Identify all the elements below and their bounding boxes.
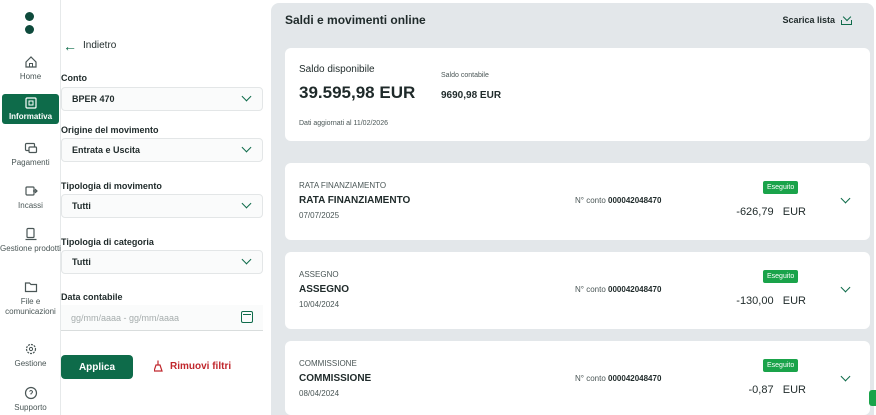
origine-select[interactable]: Entrata e Uscita [61,138,263,162]
brand-logo [25,12,35,38]
main-content: Saldi e movimenti online Scarica lista S… [271,3,874,415]
date-range-input[interactable]: gg/mm/aaaa - gg/mm/aaaa [61,305,263,331]
rail-label: Supporto [14,403,47,412]
rail-item-home[interactable]: Home [0,55,61,82]
movement-row[interactable]: ASSEGNO ASSEGNO 10/04/2024 N° conto 0000… [285,252,870,329]
accounting-balance-label: Saldo contabile [441,72,489,79]
tipologia-movimento-value: Tutti [72,201,91,211]
tipologia-categoria-label: Tipologia di categoria [61,237,154,247]
balance-updated-date: Dati aggiornati al 11/02/2026 [299,120,388,127]
chevron-down-icon[interactable] [840,371,851,382]
movement-row[interactable]: RATA FINANZIAMENTO RATA FINANZIAMENTO 07… [285,163,870,240]
rail-item-file-comunicazioni[interactable]: File e comunicazioni [0,280,61,317]
download-list-button[interactable]: Scarica lista [782,14,852,25]
info-icon [24,97,37,109]
movement-amount: -626,79 EUR [736,206,806,218]
rail-label: Pagamenti [11,158,50,167]
chevron-down-icon [241,142,252,153]
movement-description: COMMISSIONE [299,373,372,384]
date-range-placeholder: gg/mm/aaaa - gg/mm/aaaa [71,313,180,323]
collections-icon [24,186,38,196]
rail-label: File e comunicazioni [5,297,56,316]
status-badge: Eseguito [763,270,799,283]
filters-panel: ← Indietro Conto BPER 470 Origine del mo… [61,0,270,415]
calendar-icon[interactable] [241,311,253,323]
rail-label: Incassi [18,201,43,210]
rail-item-incassi[interactable]: Incassi [0,184,61,211]
movement-category: ASSEGNO [299,270,339,279]
chevron-down-icon [241,91,252,102]
movement-date: 07/07/2025 [299,211,340,220]
chevron-down-icon [241,254,252,265]
movement-row[interactable]: COMMISSIONE COMMISSIONE 08/04/2024 N° co… [285,341,870,415]
rail-item-gestione-prodotti[interactable]: Gestione prodotti [0,227,61,254]
movement-date: 08/04/2024 [299,389,340,398]
download-label: Scarica lista [782,14,835,25]
folder-icon [24,282,37,293]
movement-account: N° conto 000042048470 [575,285,662,294]
origine-value: Entrata e Uscita [72,145,141,155]
data-contabile-label: Data contabile [61,292,123,302]
movement-date: 10/04/2024 [299,300,340,309]
clear-filters-button[interactable]: Rimuovi filtri [154,360,231,372]
status-badge: Eseguito [763,359,799,372]
tipologia-movimento-select[interactable]: Tutti [61,194,263,218]
chevron-down-icon [241,198,252,209]
payments-icon [24,142,37,154]
movement-account: N° conto 000042048470 [575,196,662,205]
scroll-handle[interactable] [869,390,876,406]
movement-amount: -130,00 EUR [736,295,806,307]
chevron-down-icon[interactable] [840,282,851,293]
movement-category: COMMISSIONE [299,359,357,368]
help-icon [24,386,37,400]
nav-rail: Home Informativa Pagamenti Incassi Gesti… [0,0,61,415]
conto-select[interactable]: BPER 470 [61,87,263,111]
rail-label: Informativa [8,112,53,121]
movement-account: N° conto 000042048470 [575,374,662,383]
page-title: Saldi e movimenti online [285,13,426,27]
available-balance-value: 39.595,98 EUR [299,83,416,102]
back-link[interactable]: ← Indietro [63,37,117,54]
clear-filters-label: Rimuovi filtri [170,360,232,372]
movement-description: RATA FINANZIAMENTO [299,195,411,206]
movement-category: RATA FINANZIAMENTO [299,181,387,190]
rail-item-informativa[interactable]: Informativa [2,94,59,124]
gear-icon [25,343,36,355]
conto-label: Conto [61,73,87,83]
rail-label: Home [19,72,42,81]
balance-card: Saldo disponibile 39.595,98 EUR Saldo co… [285,48,870,141]
available-balance-label: Saldo disponibile [299,64,375,75]
origine-label: Origine del movimento [61,125,159,135]
movement-amount: -0,87 EUR [748,384,806,396]
rail-item-gestione[interactable]: Gestione [0,342,61,369]
rail-label: Gestione prodotti [0,244,61,253]
tipologia-categoria-select[interactable]: Tutti [61,250,263,274]
home-icon [24,56,37,68]
chevron-down-icon[interactable] [840,193,851,204]
rail-item-pagamenti[interactable]: Pagamenti [0,141,61,168]
rail-item-supporto[interactable]: Supporto [0,386,61,413]
arrow-left-icon: ← [63,37,77,54]
back-label: Indietro [83,40,117,51]
accounting-balance-value: 9690,98 EUR [441,90,502,101]
download-icon [841,14,852,25]
broom-icon [154,360,163,372]
apply-button[interactable]: Applica [61,355,133,379]
conto-value: BPER 470 [72,94,115,104]
tipologia-movimento-label: Tipologia di movimento [61,181,162,191]
status-badge: Eseguito [763,181,799,194]
rail-label: Gestione [14,359,47,368]
products-icon [25,227,36,241]
movement-description: ASSEGNO [299,284,350,295]
tipologia-categoria-value: Tutti [72,257,91,267]
